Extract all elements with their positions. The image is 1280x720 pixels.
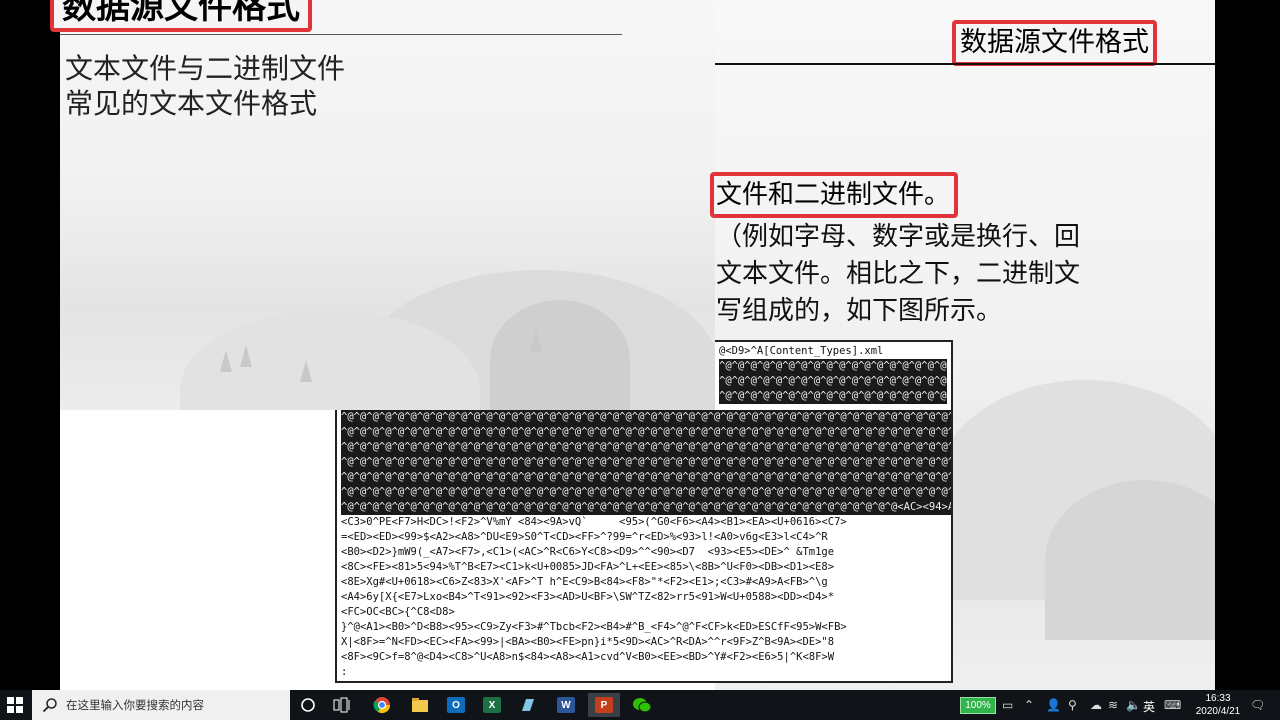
search-icon	[42, 698, 57, 713]
terminal-line: <8F><9C>f=8^@<D4><C8>^U<A8>n$<84><A8><A1…	[341, 651, 835, 663]
task-view-icon[interactable]	[326, 693, 358, 717]
cloud-icon[interactable]: ☁	[1090, 698, 1102, 712]
taskbar-search-box[interactable]: 在这里输入你要搜索的内容	[32, 690, 290, 720]
tree-shape	[530, 330, 542, 352]
terminal-line: ^@^@^@^@^@^@^@^@^@^@^@^@^@^@^@^@^@^@^@^@…	[341, 485, 951, 500]
outlook-icon[interactable]: O	[440, 693, 472, 717]
wifi-icon[interactable]: ≋	[1108, 698, 1118, 712]
app-icon[interactable]	[512, 693, 544, 717]
terminal-line: ^@^@^@^@^@^@^@^@^@^@^@^@^@^@^@^@^@^@	[719, 359, 947, 374]
people-icon[interactable]: 👤	[1046, 698, 1061, 712]
tree-shape	[240, 345, 252, 367]
wechat-icon[interactable]	[626, 693, 658, 717]
usb-icon[interactable]: ⚲	[1068, 698, 1077, 712]
keyboard-icon[interactable]: ⌨	[1164, 698, 1181, 712]
bullet-item: 常见的文本文件格式	[65, 87, 318, 120]
search-placeholder: 在这里输入你要搜索的内容	[66, 700, 204, 712]
terminal-line: }^@<A1><B0>^D<B8><95><C9>Zy<F3>#^Tbcb<F2…	[341, 621, 847, 633]
paragraph-line: 写组成的，如下图所示。	[716, 296, 1003, 326]
title-divider	[715, 63, 1215, 65]
terminal-line: ^@^@^@^@^@^@^@^@^@^@^@^@^@^@^@^@^@^@^@^@…	[341, 500, 951, 515]
terminal-line: ^@^@^@^@^@^@^@^@^@^@^@^@^@^@^@^@^@^@^@^@…	[341, 455, 951, 470]
paragraph-line: 文本文件。相比之下，二进制文	[716, 259, 1081, 289]
paragraph-line: （例如字母、数字或是换行、回	[716, 222, 1081, 252]
windows-taskbar: 在这里输入你要搜索的内容 O X W P 100% ▭ ⌃ 👤 ⚲ ☁ ≋ 🔈 …	[0, 690, 1280, 720]
landscape-hill	[490, 300, 630, 410]
terminal-line: <A4>6y[X{<E7>Lxo<B4>^T<91><92><F3><AD>U<…	[341, 591, 835, 603]
terminal-line: ^@^@^@^@^@^@^@^@^@^@^@^@^@^@^@^@^@^@^@^@…	[341, 470, 951, 485]
terminal-line: X|<8F>=^N<FD><EC><FA><99>|<BA><B0><FE>pn…	[341, 636, 835, 648]
notification-icon[interactable]: 🗨	[1250, 698, 1265, 712]
windows-logo-icon	[7, 697, 23, 713]
battery-icon[interactable]: ▭	[1002, 698, 1013, 712]
cortana-icon[interactable]	[292, 693, 324, 717]
tree-shape	[220, 350, 232, 372]
terminal-line: <C3>0^PE<F7>H<DC>!<F2>^V%mY <84><9A>vQ` …	[341, 516, 847, 528]
terminal-line: <FC>OC<BC>{^C8<D8>	[341, 606, 455, 618]
start-button[interactable]	[0, 690, 30, 720]
clock-time[interactable]: 16:33	[1200, 693, 1236, 704]
volume-icon[interactable]: 🔈	[1126, 698, 1141, 712]
highlighted-text: 文件和二进制文件。	[710, 172, 959, 218]
excel-icon[interactable]: X	[476, 693, 508, 717]
slide-title: 数据源文件格式	[952, 20, 1157, 66]
bullet-item: 文本文件与二进制文件	[65, 52, 346, 85]
terminal-line: ^@^@^@^@^@^@^@^@^@^@^@^@^@^@^@^@^@^@^@^@…	[341, 440, 951, 455]
terminal-prompt[interactable]: :	[341, 665, 347, 680]
terminal-line: ^@^@^@^@^@^@^@^@^@^@^@^@^@^@^@^@^@^@^@^@…	[341, 410, 951, 425]
chevron-up-icon[interactable]: ⌃	[1024, 698, 1034, 712]
file-explorer-icon[interactable]	[404, 693, 436, 717]
terminal-header-line: @<D9>^A[Content_Types].xml	[719, 345, 884, 357]
powerpoint-icon[interactable]: P	[588, 693, 620, 717]
binary-dump-terminal: @<D9>^A[Content_Types].xml ^@^@^@^@^@^@^…	[715, 340, 953, 414]
terminal-line: =<ED><ED><99>$<A2><A8>^DU<E9>S0^T<CD><FF…	[341, 531, 828, 543]
terminal-line: <8C><FE><81>5<94>%T^B<E7><C1>k<U+0085>JD…	[341, 561, 835, 573]
terminal-line: <8E>Xg#<U+0618><C6>Z<83>X'<AF>^T h^E<C9>…	[341, 576, 828, 588]
tree-shape	[300, 360, 312, 382]
ime-indicator[interactable]: 英	[1143, 698, 1155, 715]
title-divider	[60, 34, 622, 35]
clock-date[interactable]: 2020/4/21	[1192, 706, 1244, 717]
battery-percentage-badge[interactable]: 100%	[960, 697, 996, 714]
terminal-line: ^@^@^@^@^@^@^@^@^@^@^@^@^@^@^@^@^@^@	[719, 389, 947, 404]
binary-dump-terminal: ^@^@^@^@^@^@^@^@^@^@^@^@^@^@^@^@^@^@^@^@…	[335, 410, 953, 683]
word-icon[interactable]: W	[550, 693, 582, 717]
terminal-line: ^@^@^@^@^@^@^@^@^@^@^@^@^@^@^@^@^@^@	[719, 374, 947, 389]
terminal-line: ^@^@^@^@^@^@^@^@^@^@^@^@^@^@^@^@^@^@^@^@…	[341, 425, 951, 440]
chrome-icon[interactable]	[366, 693, 398, 717]
slide-title: 数据源文件格式	[50, 0, 312, 32]
terminal-line: <B0><D2>}mW9(_<A7><F7>,<C1>(<AC>^R<C6>Y<…	[341, 546, 835, 558]
